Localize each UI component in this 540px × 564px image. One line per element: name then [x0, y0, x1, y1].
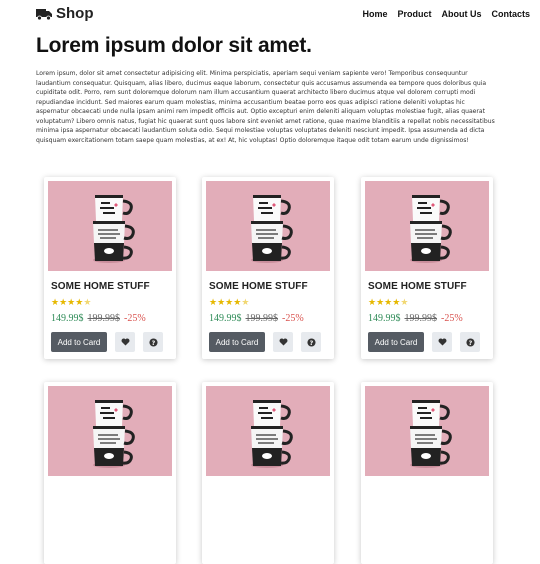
star-icon: ★ — [241, 297, 250, 307]
current-price: 149.99$ — [368, 313, 401, 324]
add-to-cart-button[interactable]: Add to Card — [51, 332, 107, 352]
star-icon: ★ — [67, 297, 76, 307]
old-price: 199.99$ — [87, 313, 121, 324]
card-actions: Add to Card? — [368, 332, 480, 352]
add-to-cart-button[interactable]: Add to Card — [368, 332, 424, 352]
rating-stars: ★ ★ ★ ★ ★ — [368, 298, 408, 307]
heart-icon — [121, 338, 129, 346]
mug-photo-illustration — [365, 181, 489, 271]
favorite-button[interactable] — [273, 332, 293, 352]
star-icon: ★ — [376, 297, 385, 307]
star-icon: ★ — [209, 297, 218, 307]
product-card[interactable]: SOME HOME STUFF ★ ★ ★ ★ ★ 149.99$ 199.99$ -25% Ad… — [44, 177, 176, 359]
star-icon: ★ — [59, 297, 68, 307]
star-icon: ★ — [233, 297, 242, 307]
price-row: 149.99$ 199.99$ -25% — [368, 313, 463, 324]
product-name[interactable]: SOME HOME STUFF — [51, 281, 150, 292]
product-image[interactable] — [48, 181, 172, 271]
card-actions: Add to Card? — [51, 332, 163, 352]
product-card[interactable] — [361, 382, 493, 564]
star-icon: ★ — [225, 297, 234, 307]
product-image[interactable] — [206, 386, 330, 476]
product-image[interactable] — [365, 181, 489, 271]
product-name[interactable]: SOME HOME STUFF — [368, 281, 467, 292]
heart-icon — [438, 338, 446, 346]
star-icon: ★ — [368, 297, 377, 307]
svg-text:?: ? — [151, 339, 155, 346]
question-icon: ? — [465, 337, 475, 346]
star-icon: ★ — [217, 297, 226, 307]
svg-text:?: ? — [468, 339, 472, 346]
info-button[interactable]: ? — [301, 332, 321, 352]
mug-photo-illustration — [206, 181, 330, 271]
star-icon: ★ — [384, 297, 393, 307]
product-image[interactable] — [365, 386, 489, 476]
mug-photo-illustration — [48, 386, 172, 476]
info-button[interactable]: ? — [143, 332, 163, 352]
info-button[interactable]: ? — [460, 332, 480, 352]
mug-photo-illustration — [206, 386, 330, 476]
question-icon: ? — [306, 337, 316, 346]
discount-badge: -25% — [124, 313, 146, 324]
star-icon: ★ — [51, 297, 60, 307]
add-to-cart-button[interactable]: Add to Card — [209, 332, 265, 352]
star-icon: ★ — [75, 297, 84, 307]
price-row: 149.99$ 199.99$ -25% — [209, 313, 304, 324]
card-actions: Add to Card? — [209, 332, 321, 352]
svg-text:?: ? — [309, 339, 313, 346]
discount-badge: -25% — [441, 313, 463, 324]
old-price: 199.99$ — [245, 313, 279, 324]
product-card[interactable]: SOME HOME STUFF ★ ★ ★ ★ ★ 149.99$ 199.99$ -25% Ad… — [361, 177, 493, 359]
star-icon: ★ — [83, 297, 92, 307]
product-card[interactable] — [44, 382, 176, 564]
product-image[interactable] — [48, 386, 172, 476]
rating-stars: ★ ★ ★ ★ ★ — [209, 298, 249, 307]
question-icon: ? — [148, 337, 158, 346]
product-name[interactable]: SOME HOME STUFF — [209, 281, 308, 292]
favorite-button[interactable] — [432, 332, 452, 352]
product-image[interactable] — [206, 181, 330, 271]
current-price: 149.99$ — [209, 313, 242, 324]
star-icon: ★ — [392, 297, 401, 307]
price-row: 149.99$ 199.99$ -25% — [51, 313, 146, 324]
discount-badge: -25% — [282, 313, 304, 324]
current-price: 149.99$ — [51, 313, 84, 324]
product-grid: SOME HOME STUFF ★ ★ ★ ★ ★ 149.99$ 199.99$ -25% Ad… — [0, 0, 540, 564]
old-price: 199.99$ — [404, 313, 438, 324]
favorite-button[interactable] — [115, 332, 135, 352]
product-card[interactable] — [202, 382, 334, 564]
star-icon: ★ — [400, 297, 409, 307]
heart-icon — [279, 338, 287, 346]
product-card[interactable]: SOME HOME STUFF ★ ★ ★ ★ ★ 149.99$ 199.99$ -25% Ad… — [202, 177, 334, 359]
mug-photo-illustration — [365, 386, 489, 476]
rating-stars: ★ ★ ★ ★ ★ — [51, 298, 91, 307]
mug-photo-illustration — [48, 181, 172, 271]
